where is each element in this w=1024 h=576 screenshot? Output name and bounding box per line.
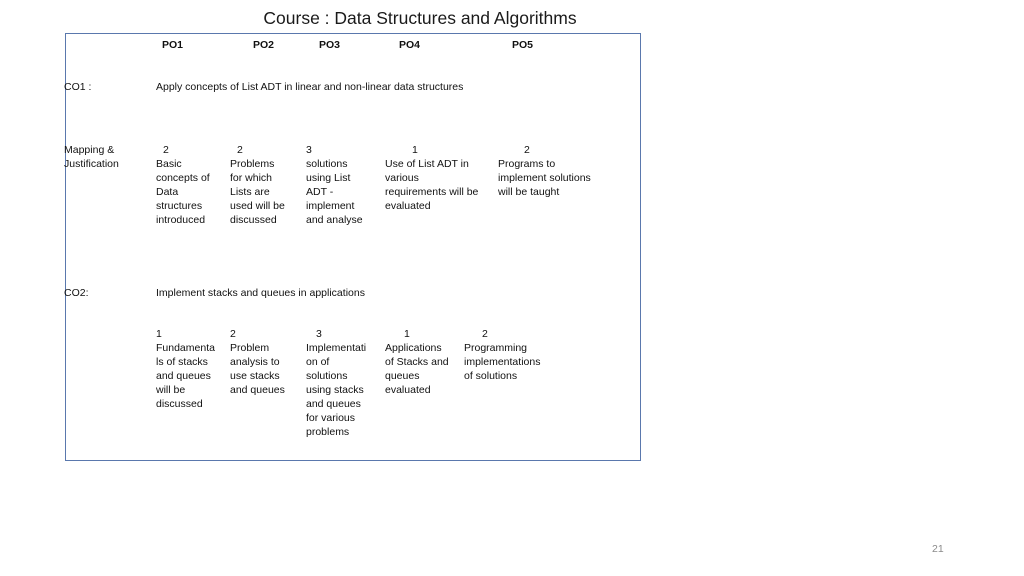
co2-label: CO2: — [64, 287, 89, 299]
header-po2: PO2 — [253, 39, 275, 51]
co2-po1-score: 1 — [156, 328, 162, 340]
co1-po5-justification: Programs to implement solutions will be … — [498, 158, 591, 198]
co2-po2-justification: Problem analysis to use stacks and queue… — [230, 342, 285, 396]
header-po5: PO5 — [512, 39, 534, 51]
co1-description: Apply concepts of List ADT in linear and… — [156, 81, 464, 93]
mapping-justification-label: Mapping & Justification — [64, 144, 119, 170]
co1-po3-score: 3 — [306, 144, 312, 156]
co2-po4-score: 1 — [404, 328, 410, 340]
header-po4: PO4 — [399, 39, 421, 51]
co2-po3-score: 3 — [316, 328, 322, 340]
co2-po4-justification: Applications of Stacks and queues evalua… — [385, 342, 449, 396]
header-po3: PO3 — [319, 39, 341, 51]
co1-po1-score: 2 — [163, 144, 169, 156]
page-number: 21 — [932, 543, 944, 555]
co1-po3-justification: solutions using List ADT - implement and… — [306, 158, 363, 226]
co1-label: CO1 : — [64, 81, 92, 93]
co1-po5-score: 2 — [524, 144, 530, 156]
co2-po1-justification: Fundamenta ls of stacks and queues will … — [156, 342, 215, 410]
co1-po1-justification: Basic concepts of Data structures introd… — [156, 158, 210, 226]
co1-po4-score: 1 — [412, 144, 418, 156]
co1-po2-score: 2 — [237, 144, 243, 156]
co2-po5-score: 2 — [482, 328, 488, 340]
co2-po5-justification: Programming implementations of solutions — [464, 342, 541, 382]
co2-po3-justification: Implementati on of solutions using stack… — [306, 342, 367, 438]
co2-po2-score: 2 — [230, 328, 236, 340]
co1-po2-justification: Problems for which Lists are used will b… — [230, 158, 285, 226]
header-po1: PO1 — [162, 39, 184, 51]
slide-title: Course : Data Structures and Algorithms — [263, 8, 577, 28]
co2-description: Implement stacks and queues in applicati… — [156, 287, 365, 299]
co1-po4-justification: Use of List ADT in various requirements … — [385, 158, 479, 212]
